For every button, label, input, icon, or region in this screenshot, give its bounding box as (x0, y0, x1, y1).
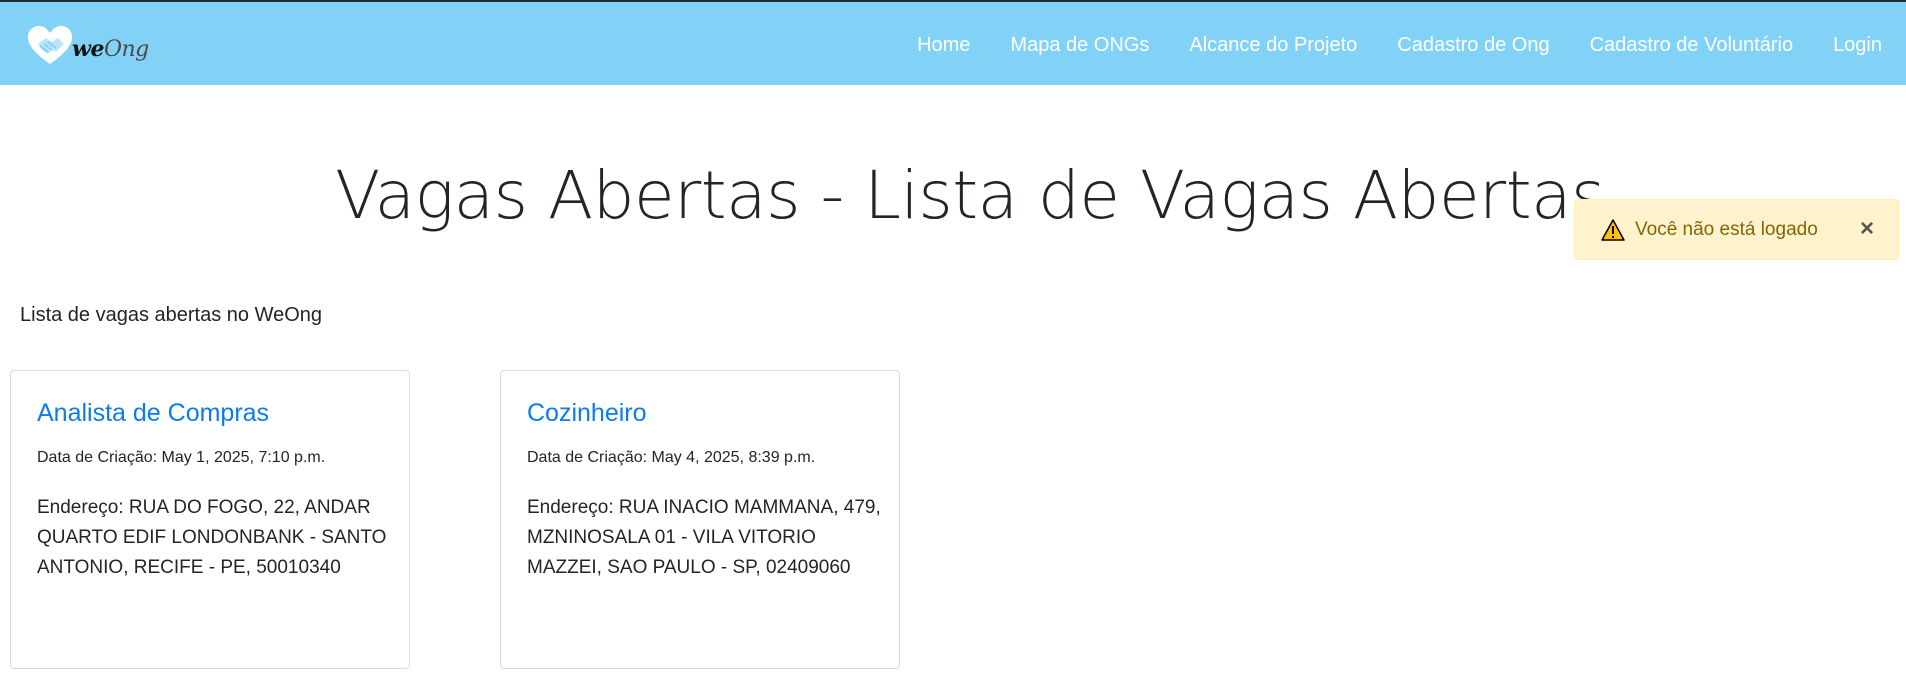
nav-login[interactable]: Login (1833, 34, 1882, 57)
nav-home[interactable]: Home (917, 34, 970, 57)
list-subtitle: Lista de vagas abertas no WeOng (20, 304, 323, 326)
logo-text: weOng (72, 36, 149, 62)
vacancy-title-link[interactable]: Analista de Compras (37, 399, 269, 428)
nav-cadastro-de-voluntario[interactable]: Cadastro de Voluntário (1590, 34, 1793, 57)
main-nav: Home Mapa de ONGs Alcance do Projeto Cad… (917, 4, 1906, 87)
vacancy-card: Cozinheiro Data de Criação: May 4, 2025,… (500, 370, 900, 669)
logo[interactable]: weOng (26, 24, 149, 66)
close-icon[interactable]: × (1860, 217, 1874, 241)
vacancy-card: Analista de Compras Data de Criação: May… (10, 370, 410, 669)
vacancy-date: Data de Criação: May 1, 2025, 7:10 p.m. (37, 449, 326, 466)
handshake-heart-icon (28, 26, 72, 64)
vacancy-date: Data de Criação: May 4, 2025, 8:39 p.m. (527, 449, 816, 466)
logo-text-ong: Ong (103, 37, 149, 62)
alert-message: Você não está logado (1635, 218, 1818, 240)
vacancy-address: Endereço: RUA INACIO MAMMANA, 479, MZNIN… (527, 497, 881, 578)
vacancy-address: Endereço: RUA DO FOGO, 22, ANDAR QUARTO … (37, 497, 387, 578)
warning-icon (1601, 218, 1625, 241)
nav-cadastro-de-ong[interactable]: Cadastro de Ong (1397, 34, 1549, 57)
vacancy-title-link[interactable]: Cozinheiro (527, 399, 647, 428)
not-logged-in-alert: Você não está logado × (1574, 199, 1899, 260)
navbar: weOng Home Mapa de ONGs Alcance do Proje… (0, 2, 1906, 85)
logo-text-we: we (72, 36, 104, 62)
nav-mapa-de-ongs[interactable]: Mapa de ONGs (1010, 34, 1149, 57)
nav-alcance-do-projeto[interactable]: Alcance do Projeto (1189, 34, 1357, 57)
